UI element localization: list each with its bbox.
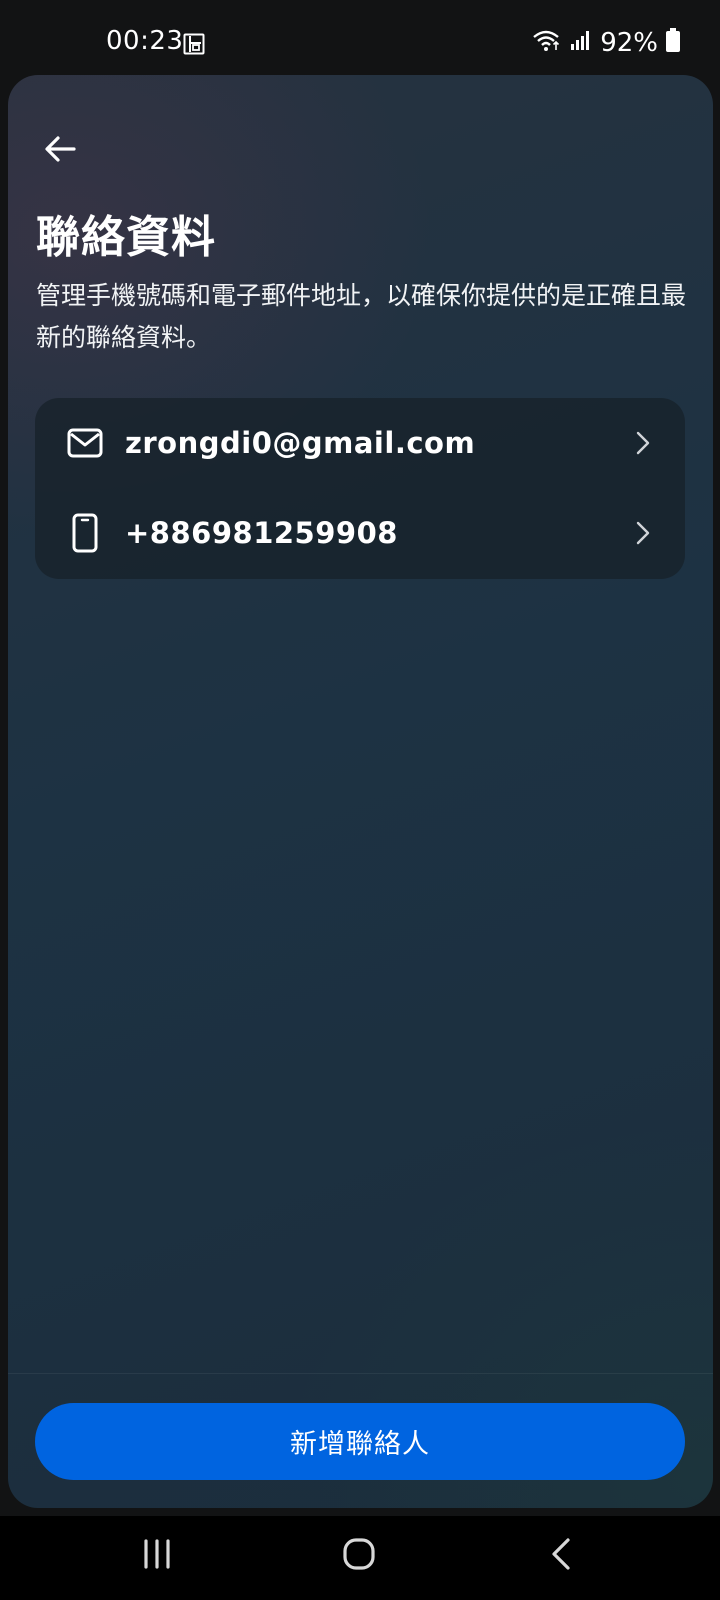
phone-icon bbox=[65, 513, 105, 553]
chevron-right-icon bbox=[631, 521, 655, 545]
contact-row-phone[interactable]: +886981259908 bbox=[35, 488, 685, 578]
contact-info-sheet: 聯絡資料 管理手機號碼和電子郵件地址，以確保你提供的是正確且最新的聯絡資料。 z… bbox=[8, 75, 713, 1508]
page-description: 管理手機號碼和電子郵件地址，以確保你提供的是正確且最新的聯絡資料。 bbox=[36, 281, 687, 352]
home-button[interactable] bbox=[324, 1526, 394, 1586]
back-icon bbox=[550, 1537, 572, 1575]
arrow-left-icon bbox=[44, 135, 76, 167]
battery-icon bbox=[666, 27, 680, 59]
battery-level: 92% bbox=[600, 28, 658, 58]
recent-apps-icon bbox=[142, 1539, 172, 1573]
status-time: 00:23 bbox=[106, 26, 184, 56]
home-icon bbox=[342, 1537, 376, 1575]
nav-back-button[interactable] bbox=[526, 1526, 596, 1586]
status-bar: 00:23 92% bbox=[0, 0, 720, 74]
signal-icon bbox=[570, 28, 592, 58]
card-icon bbox=[183, 33, 205, 55]
mail-icon bbox=[65, 423, 105, 463]
footer-divider bbox=[8, 1373, 713, 1374]
recent-apps-button[interactable] bbox=[122, 1526, 192, 1586]
chevron-right-icon bbox=[631, 431, 655, 455]
status-indicators: 92% bbox=[532, 26, 680, 60]
wifi-icon bbox=[532, 28, 562, 59]
system-nav-bar bbox=[0, 1516, 720, 1600]
contact-email: zrongdi0@gmail.com bbox=[125, 426, 476, 460]
add-contact-button[interactable]: 新增聯絡人 bbox=[35, 1403, 685, 1480]
contact-list: zrongdi0@gmail.com +886981259908 bbox=[35, 398, 685, 579]
page-title: 聯絡資料 bbox=[36, 212, 216, 263]
back-button[interactable] bbox=[36, 127, 84, 175]
contact-phone: +886981259908 bbox=[125, 516, 398, 550]
contact-row-email[interactable]: zrongdi0@gmail.com bbox=[35, 398, 685, 488]
